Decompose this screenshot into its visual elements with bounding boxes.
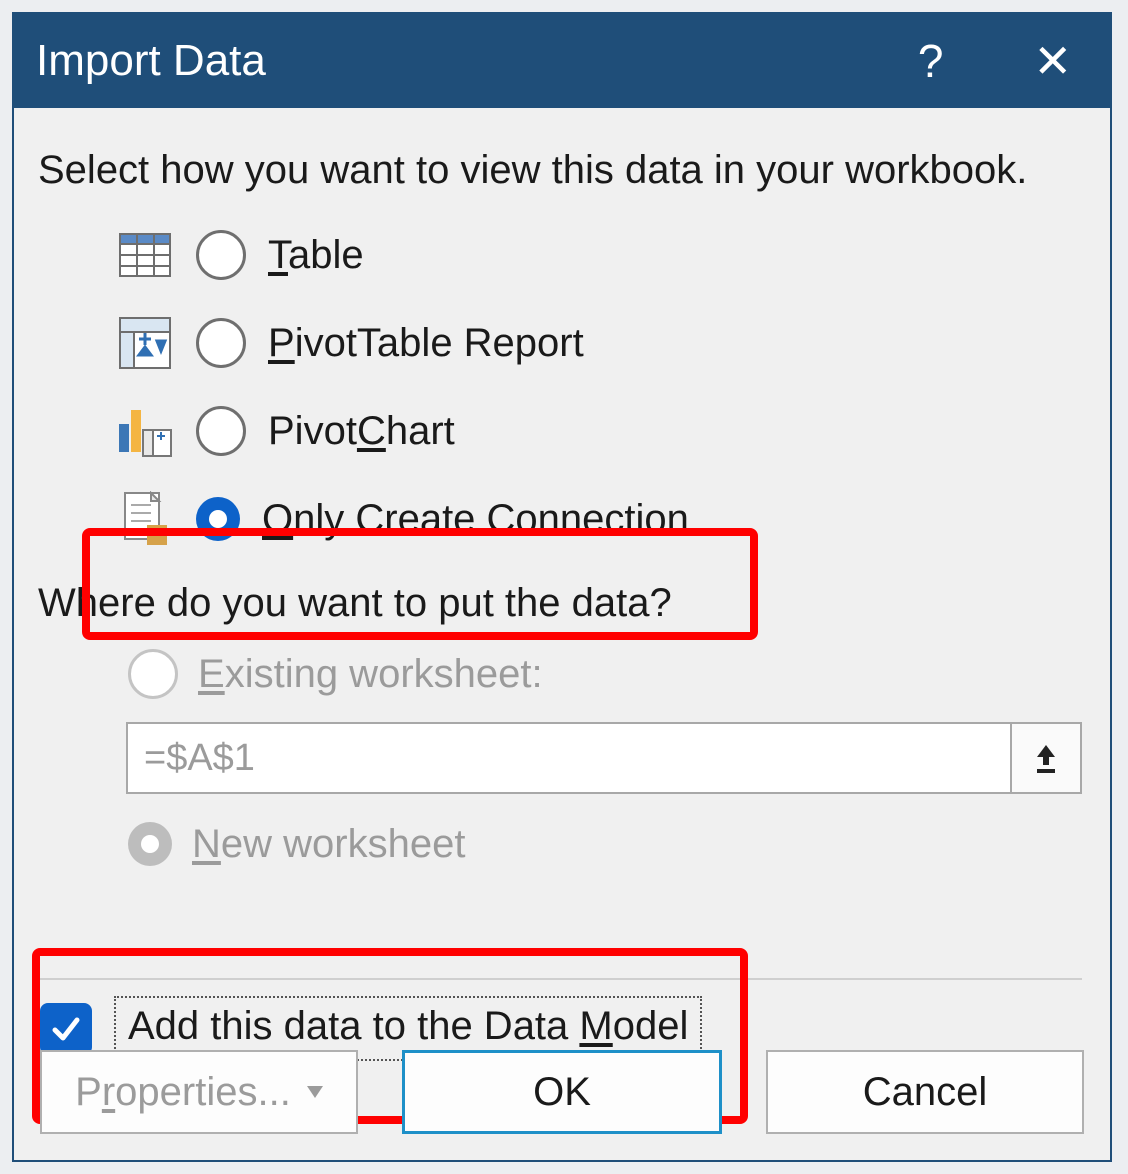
cancel-button[interactable]: Cancel xyxy=(766,1050,1084,1134)
option-pivotchart[interactable]: PivotChart xyxy=(116,387,1082,475)
option-only-connection-label: Only Create Connection xyxy=(262,497,689,542)
ok-button[interactable]: OK xyxy=(402,1050,722,1134)
import-data-dialog: Import Data ? ✕ Select how you want to v… xyxy=(12,12,1112,1162)
divider xyxy=(40,978,1082,980)
option-existing-worksheet-label: Existing worksheet: xyxy=(198,652,543,697)
radio-table[interactable] xyxy=(196,230,246,280)
close-icon[interactable]: ✕ xyxy=(1033,38,1072,84)
radio-new-worksheet xyxy=(128,822,172,866)
view-section-label: Select how you want to view this data in… xyxy=(38,148,1082,193)
dialog-title: Import Data xyxy=(36,36,266,86)
option-existing-worksheet: Existing worksheet: xyxy=(128,634,1082,714)
checkmark-icon xyxy=(49,1012,83,1046)
option-new-worksheet: New worksheet xyxy=(128,804,1082,884)
radio-existing-worksheet xyxy=(128,649,178,699)
option-pivotchart-label: PivotChart xyxy=(268,409,455,454)
connection-icon xyxy=(116,490,174,548)
properties-button: Properties... xyxy=(40,1050,358,1134)
option-only-connection[interactable]: Only Create Connection xyxy=(116,475,1082,563)
chevron-down-icon xyxy=(307,1086,323,1098)
pivottable-icon xyxy=(116,314,174,372)
pivotchart-icon xyxy=(116,402,174,460)
collapse-icon xyxy=(1031,741,1061,775)
option-table[interactable]: Table xyxy=(116,211,1082,299)
placement-section-label: Where do you want to put the data? xyxy=(38,581,1082,626)
radio-pivotchart[interactable] xyxy=(196,406,246,456)
help-icon[interactable]: ? xyxy=(918,38,944,84)
cell-reference-input: =$A$1 xyxy=(126,722,1012,794)
option-pivottable[interactable]: PivotTable Report xyxy=(116,299,1082,387)
radio-only-connection[interactable] xyxy=(196,497,240,541)
titlebar[interactable]: Import Data ? ✕ xyxy=(14,14,1110,108)
checkbox-add-to-data-model[interactable] xyxy=(40,1003,92,1055)
option-new-worksheet-label: New worksheet xyxy=(192,822,465,867)
table-icon xyxy=(116,226,174,284)
radio-pivottable[interactable] xyxy=(196,318,246,368)
collapse-dialog-button xyxy=(1012,722,1082,794)
cell-reference-row: =$A$1 xyxy=(126,722,1082,794)
option-pivottable-label: PivotTable Report xyxy=(268,321,584,366)
option-table-label: Table xyxy=(268,233,364,278)
